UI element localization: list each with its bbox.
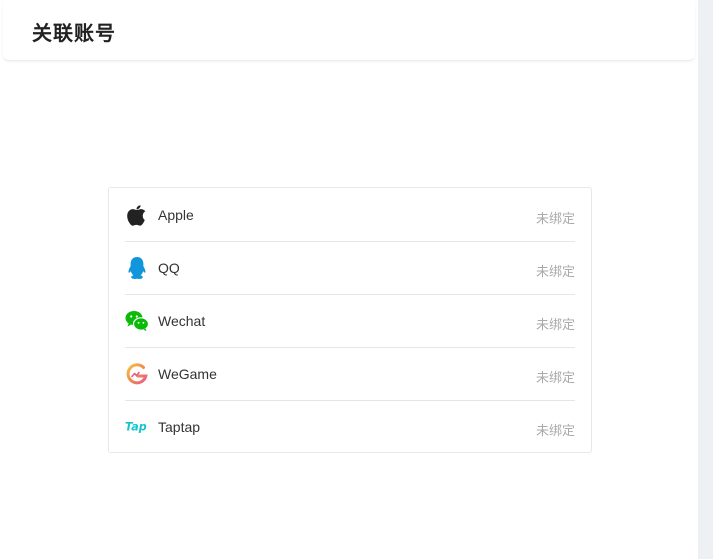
account-row-qq[interactable]: QQ 未绑定: [125, 241, 575, 295]
wechat-icon: [125, 309, 149, 333]
account-row-wechat[interactable]: Wechat 未绑定: [125, 294, 575, 348]
page-title: 关联账号: [32, 21, 116, 45]
svg-text:Tap: Tap: [125, 421, 147, 434]
binding-status[interactable]: 未绑定: [536, 420, 575, 439]
binding-status[interactable]: 未绑定: [536, 367, 575, 386]
binding-status[interactable]: 未绑定: [536, 261, 575, 280]
account-name: Wechat: [158, 313, 206, 329]
account-name: Apple: [158, 207, 194, 223]
scrollbar-track[interactable]: [698, 0, 713, 559]
binding-status[interactable]: 未绑定: [536, 208, 575, 227]
binding-status[interactable]: 未绑定: [536, 314, 575, 333]
wegame-icon: [125, 362, 149, 386]
taptap-icon: Tap: [125, 415, 149, 439]
account-name: WeGame: [158, 366, 217, 382]
main-content: 关联账号 Apple 未绑定 QQ 未绑定 Wechat 未绑定 WeGame …: [0, 0, 698, 559]
account-row-apple[interactable]: Apple 未绑定: [125, 188, 575, 242]
account-row-taptap[interactable]: Tap Taptap 未绑定: [125, 400, 575, 453]
apple-icon: [125, 203, 149, 227]
page-header: 关联账号: [3, 0, 695, 61]
linked-accounts-card: Apple 未绑定 QQ 未绑定 Wechat 未绑定 WeGame 未绑定 T…: [108, 187, 592, 453]
qq-icon: [125, 256, 149, 280]
account-name: QQ: [158, 260, 180, 276]
account-name: Taptap: [158, 419, 201, 435]
account-row-wegame[interactable]: WeGame 未绑定: [125, 347, 575, 401]
